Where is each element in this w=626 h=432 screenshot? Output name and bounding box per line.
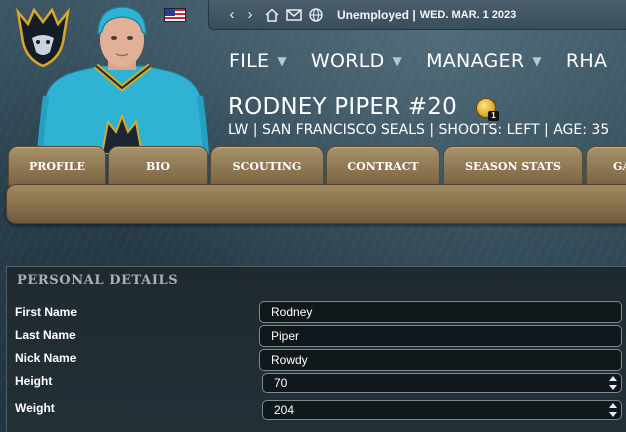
- last-name-label: Last Name: [15, 328, 76, 342]
- tab-profile[interactable]: PROFILE: [8, 146, 106, 186]
- menu-file[interactable]: FILE ▼: [229, 50, 287, 72]
- chevron-down-icon: ▼: [392, 54, 403, 68]
- employment-status: Unemployed |: [337, 7, 416, 22]
- spinner-arrows-icon[interactable]: [609, 403, 618, 417]
- mail-icon[interactable]: [285, 6, 303, 24]
- chevron-down-icon: ▼: [277, 54, 287, 68]
- personal-details-panel: PERSONAL DETAILS First Name Rodney Last …: [6, 266, 626, 432]
- height-label: Height: [15, 374, 53, 388]
- height-stepper[interactable]: 70: [262, 373, 622, 393]
- first-name-label: First Name: [15, 305, 78, 319]
- weight-value: 204: [274, 403, 295, 417]
- main-menu: FILE ▼ WORLD ▼ MANAGER ▼ RHA: [229, 50, 626, 72]
- top-status-bar: ‹ › Unemployed | WED. MAR. 1 2023: [208, 0, 626, 30]
- first-name-field[interactable]: Rodney: [259, 301, 622, 323]
- chevron-down-icon: ▼: [532, 54, 542, 68]
- tab-bio[interactable]: BIO: [108, 146, 208, 186]
- nick-name-field[interactable]: Rowdy: [259, 349, 622, 371]
- weight-stepper[interactable]: 204: [262, 400, 622, 420]
- tab-contract[interactable]: CONTRACT: [326, 146, 440, 186]
- height-value: 70: [274, 376, 288, 390]
- tab-season-stats[interactable]: SEASON STATS: [443, 146, 583, 186]
- spinner-arrows-icon[interactable]: [609, 376, 618, 390]
- coin-count-badge: 1: [488, 111, 499, 121]
- menu-world[interactable]: WORLD ▼: [311, 50, 402, 72]
- tab-scouting[interactable]: SCOUTING: [210, 146, 324, 186]
- section-title: PERSONAL DETAILS: [17, 273, 179, 288]
- globe-icon[interactable]: [307, 6, 325, 24]
- tab-strip: PROFILE BIO SCOUTING CONTRACT SEASON STA…: [8, 146, 626, 186]
- team-logo: [14, 6, 72, 68]
- player-name: RODNEY PIPER #20: [228, 94, 457, 120]
- nick-name-label: Nick Name: [15, 351, 77, 365]
- tab-ga[interactable]: GA: [586, 146, 626, 186]
- menu-manager[interactable]: MANAGER ▼: [426, 50, 542, 72]
- current-date: WED. MAR. 1 2023: [419, 8, 517, 21]
- tab-content-bar: [6, 184, 626, 224]
- forward-icon[interactable]: ›: [241, 6, 259, 24]
- last-name-field[interactable]: Piper: [259, 325, 622, 347]
- back-icon[interactable]: ‹: [223, 6, 241, 24]
- weight-label: Weight: [15, 401, 55, 415]
- player-info: LW | SAN FRANCISCO SEALS | SHOOTS: LEFT …: [228, 122, 610, 138]
- home-icon[interactable]: [263, 6, 281, 24]
- menu-rha[interactable]: RHA: [566, 50, 607, 72]
